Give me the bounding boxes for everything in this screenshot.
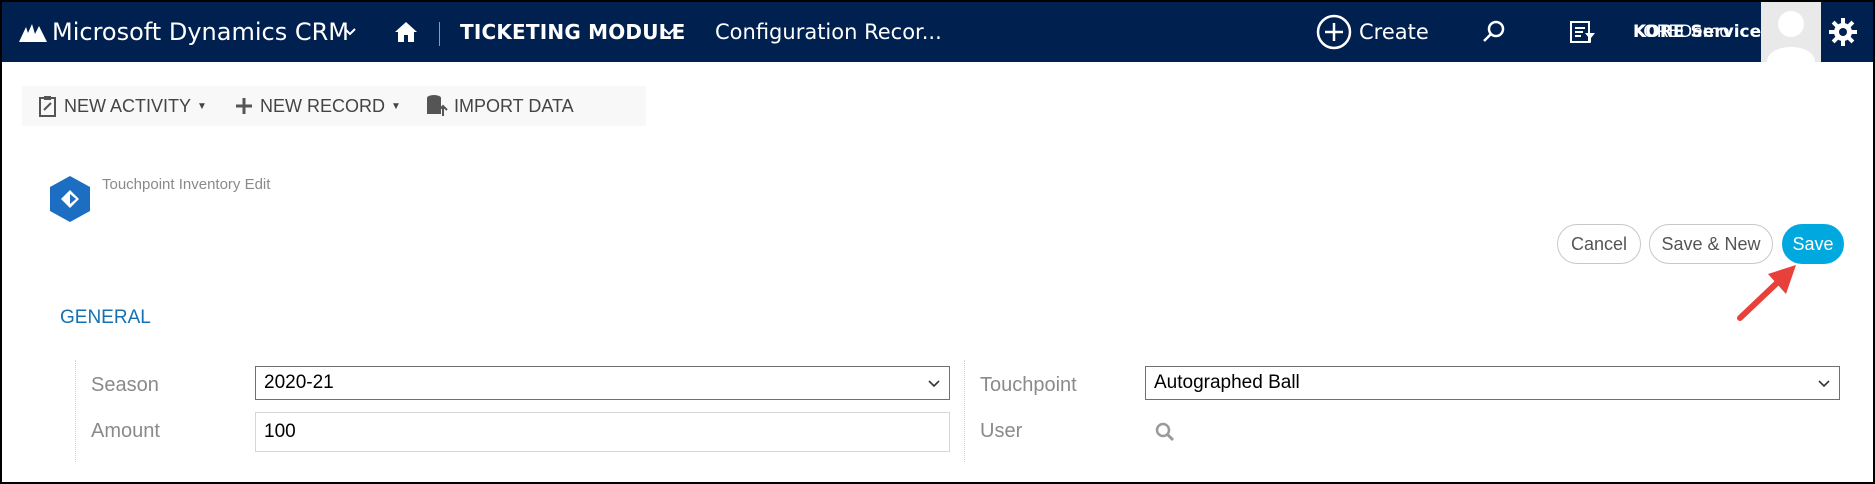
user-label: User xyxy=(980,420,1023,442)
command-bar: NEW ACTIVITY ▼ NEW RECORD ▼ IMPORT DATA xyxy=(22,86,646,126)
module-menu[interactable]: TICKETING MODULE xyxy=(460,2,685,62)
import-data-label: IMPORT DATA xyxy=(454,95,574,116)
cancel-button[interactable]: Cancel xyxy=(1557,224,1641,264)
nav-separator xyxy=(439,22,440,46)
chevron-down-icon: ▼ xyxy=(197,100,207,112)
create-button[interactable]: Create xyxy=(1359,2,1429,62)
new-record-icon xyxy=(236,98,252,114)
amount-label: Amount xyxy=(91,420,160,442)
save-and-new-button[interactable]: Save & New xyxy=(1649,224,1773,264)
form-title: Touchpoint Inventory Edit xyxy=(102,176,271,193)
advanced-find-icon[interactable] xyxy=(1570,2,1596,62)
home-icon[interactable] xyxy=(394,2,420,62)
touchpoint-value: Autographed Ball xyxy=(1154,372,1300,393)
season-select[interactable]: 2020-21 xyxy=(255,366,950,400)
chevron-down-icon: ▼ xyxy=(391,100,401,112)
section-divider xyxy=(75,360,76,462)
chevron-down-icon xyxy=(928,380,940,388)
season-value: 2020-21 xyxy=(264,372,334,393)
search-icon[interactable] xyxy=(1482,2,1508,62)
new-activity-icon xyxy=(39,96,56,117)
avatar[interactable] xyxy=(1761,2,1821,62)
new-record-button[interactable]: NEW RECORD ▼ xyxy=(234,86,401,126)
app-chevron-down-icon[interactable] xyxy=(344,2,356,62)
new-record-label: NEW RECORD xyxy=(260,95,385,116)
new-activity-button[interactable]: NEW ACTIVITY ▼ xyxy=(38,86,207,126)
import-data-button[interactable]: IMPORT DATA xyxy=(426,86,574,126)
touchpoint-select[interactable]: Autographed Ball xyxy=(1145,366,1840,400)
dynamics-logo-icon[interactable] xyxy=(18,2,48,62)
section-title-general: GENERAL xyxy=(60,307,151,328)
amount-field[interactable]: 100 xyxy=(255,412,950,452)
season-label: Season xyxy=(91,374,159,396)
breadcrumb[interactable]: Configuration Recor... xyxy=(715,2,942,62)
annotation-arrow xyxy=(1737,265,1796,321)
module-chevron-down-icon[interactable] xyxy=(663,2,675,62)
entity-icon xyxy=(45,174,95,224)
app-title[interactable]: Microsoft Dynamics CRM xyxy=(52,2,349,62)
create-plus-icon[interactable] xyxy=(1316,2,1354,62)
top-nav-bar: Microsoft Dynamics CRM TICKETING MODULE … xyxy=(2,2,1873,62)
amount-value: 100 xyxy=(264,421,296,442)
column-divider xyxy=(964,360,965,462)
new-activity-label: NEW ACTIVITY xyxy=(64,95,192,116)
lookup-search-icon[interactable] xyxy=(1155,422,1175,442)
touchpoint-label: Touchpoint xyxy=(980,374,1077,396)
user-organization[interactable]: KOREDemo xyxy=(1633,2,1730,62)
chevron-down-icon xyxy=(1818,380,1830,388)
save-button[interactable]: Save xyxy=(1782,224,1844,264)
crm-window: Microsoft Dynamics CRM TICKETING MODULE … xyxy=(0,0,1875,484)
import-data-icon xyxy=(427,95,448,116)
gear-icon[interactable] xyxy=(1828,2,1862,62)
